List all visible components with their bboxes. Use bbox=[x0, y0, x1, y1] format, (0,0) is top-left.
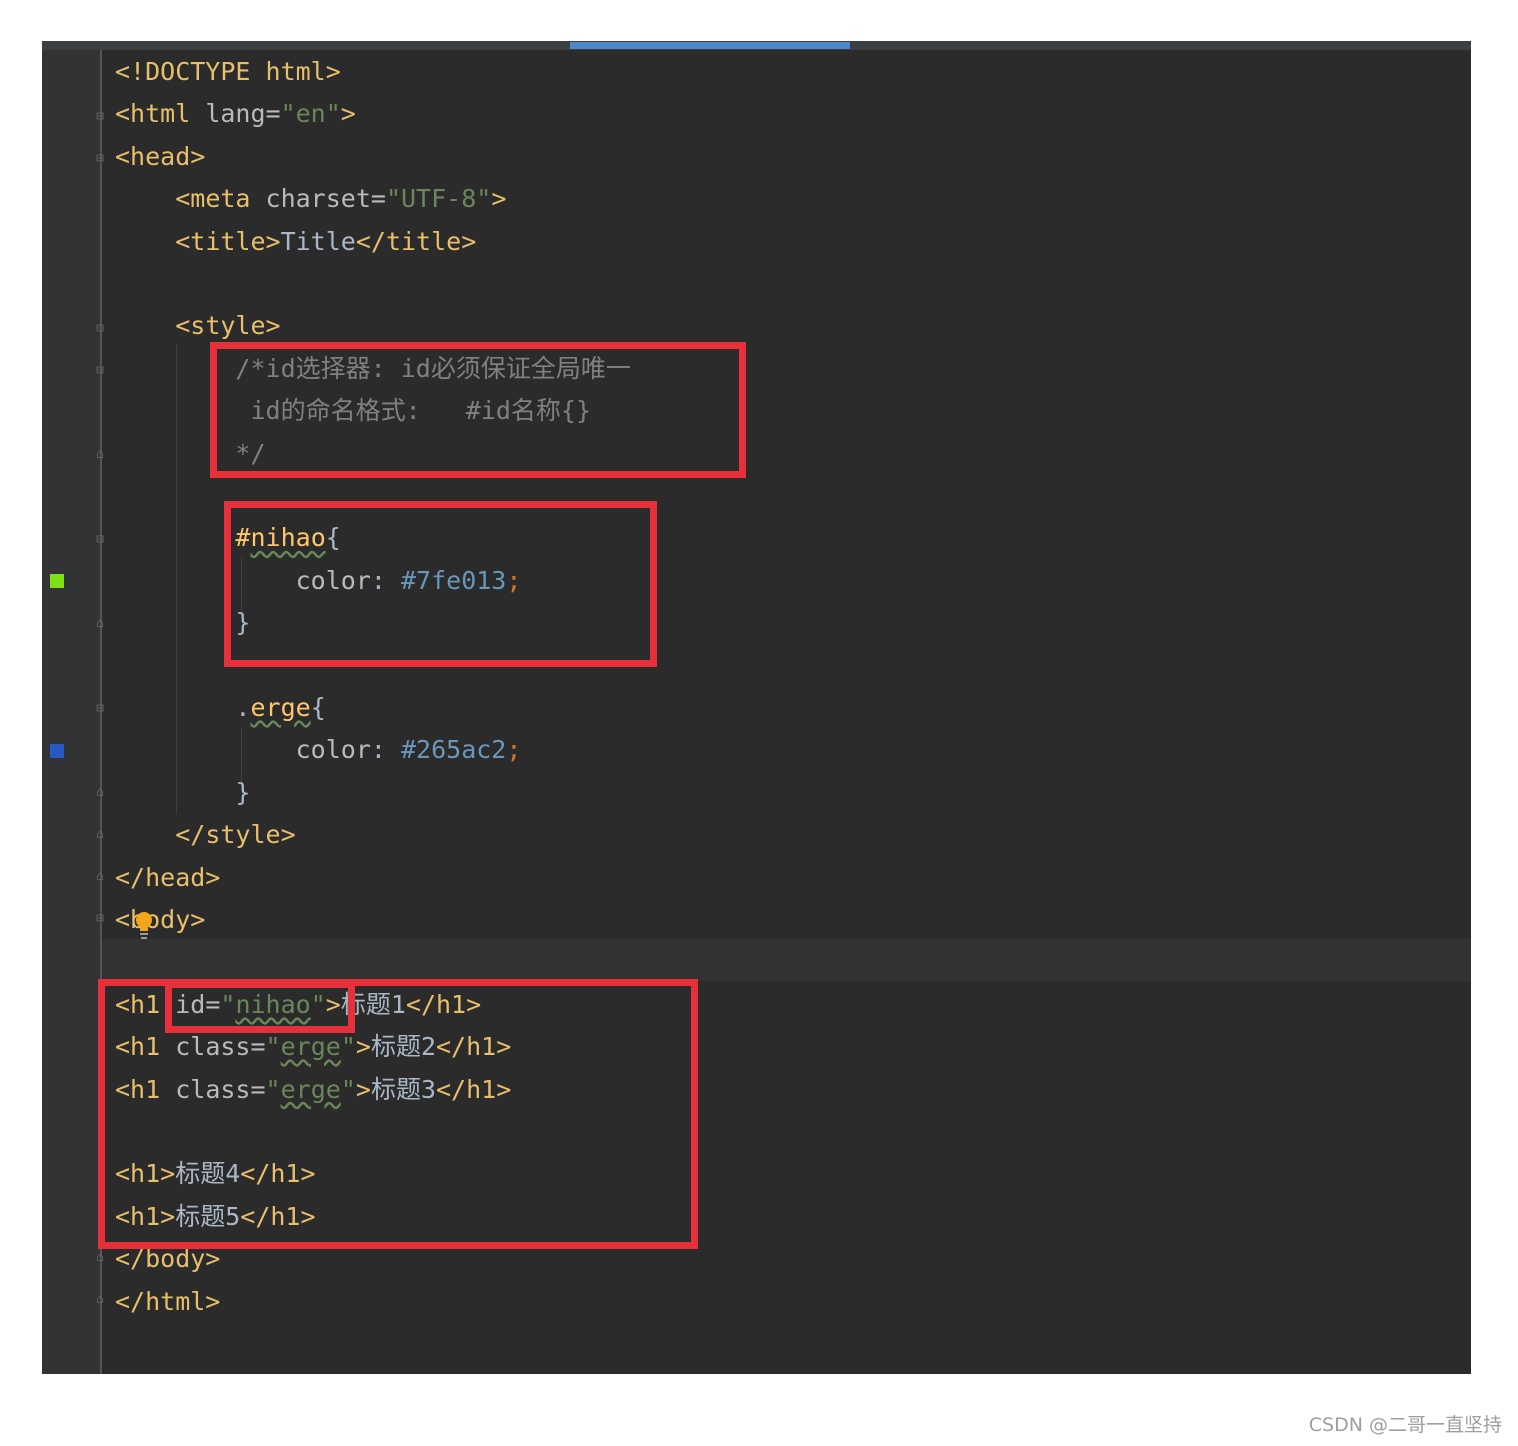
code-token: } bbox=[235, 777, 251, 807]
code-token: <meta bbox=[175, 184, 266, 214]
code-line[interactable]: <html lang="en"> bbox=[115, 93, 356, 135]
code-token: #265ac2 bbox=[401, 735, 507, 765]
code-token: <html bbox=[115, 99, 206, 129]
fold-open-icon[interactable]: ⊟ bbox=[93, 701, 107, 717]
editor-tab-bar bbox=[42, 41, 1471, 50]
code-line[interactable]: <body> bbox=[115, 899, 205, 941]
code-token: Title bbox=[280, 226, 356, 256]
fold-open-icon[interactable]: ⊟ bbox=[93, 363, 107, 379]
current-line-highlight bbox=[102, 939, 1471, 981]
code-line[interactable]: </style> bbox=[115, 814, 296, 856]
fold-open-icon[interactable]: ⊟ bbox=[93, 532, 107, 548]
code-line[interactable]: } bbox=[115, 772, 250, 814]
code-token: > bbox=[491, 184, 507, 214]
code-token: "en" bbox=[280, 99, 341, 129]
code-token: <style> bbox=[175, 311, 281, 341]
code-token: <body> bbox=[115, 905, 206, 934]
code-token: </style> bbox=[175, 820, 296, 850]
code-token: erge bbox=[250, 693, 311, 722]
fold-open-icon[interactable]: ⊟ bbox=[93, 151, 107, 167]
code-token: : bbox=[370, 735, 401, 765]
code-line[interactable]: </html> bbox=[115, 1281, 220, 1323]
code-token: color bbox=[295, 735, 371, 765]
watermark: CSDN @二哥一直坚持 bbox=[1308, 1414, 1502, 1436]
code-token: <head> bbox=[115, 141, 206, 171]
code-token: lang= bbox=[205, 99, 281, 129]
code-line[interactable]: <head> bbox=[115, 136, 205, 178]
code-token: <title> bbox=[175, 226, 281, 256]
code-token: charset= bbox=[265, 184, 386, 214]
code-line[interactable]: .erge{ bbox=[115, 687, 326, 729]
lightbulb-icon[interactable] bbox=[134, 909, 154, 943]
code-line[interactable]: color: #265ac2; bbox=[115, 729, 522, 771]
code-line[interactable]: <meta charset="UTF-8"> bbox=[115, 178, 506, 220]
annotation-box-comment bbox=[210, 342, 746, 478]
code-line[interactable]: <title>Title</title> bbox=[115, 221, 476, 263]
fold-end-icon[interactable]: ⌂ bbox=[93, 1250, 107, 1266]
code-token: ; bbox=[506, 735, 522, 765]
code-line[interactable]: </head> bbox=[115, 857, 220, 899]
fold-end-icon[interactable]: ⌂ bbox=[93, 827, 107, 843]
annotation-box-id-selector bbox=[224, 501, 657, 667]
fold-open-icon[interactable]: ⊟ bbox=[93, 109, 107, 125]
code-token: > bbox=[340, 99, 356, 129]
line-gutter[interactable] bbox=[42, 50, 100, 1374]
code-line[interactable]: <!DOCTYPE html> bbox=[115, 51, 341, 93]
code-token: </html> bbox=[115, 1286, 221, 1316]
fold-end-icon[interactable]: ⌂ bbox=[93, 1292, 107, 1308]
fold-end-icon[interactable]: ⌂ bbox=[93, 869, 107, 885]
fold-open-icon[interactable]: ⊟ bbox=[93, 321, 107, 337]
fold-open-icon[interactable]: ⊟ bbox=[93, 911, 107, 927]
active-tab-indicator[interactable] bbox=[570, 42, 850, 49]
fold-end-icon[interactable]: ⌂ bbox=[93, 785, 107, 801]
color-swatch-icon[interactable] bbox=[50, 574, 64, 588]
code-token: <!DOCTYPE html> bbox=[115, 57, 341, 86]
fold-end-icon[interactable]: ⌂ bbox=[93, 616, 107, 632]
code-token: { bbox=[310, 693, 326, 722]
code-token: </head> bbox=[115, 862, 221, 892]
fold-end-icon[interactable]: ⌂ bbox=[93, 447, 107, 463]
code-token: "UTF-8" bbox=[385, 184, 492, 214]
annotation-box-id-attribute bbox=[165, 981, 355, 1033]
code-token: </title> bbox=[355, 226, 477, 256]
code-token: . bbox=[235, 693, 251, 722]
color-swatch-icon[interactable] bbox=[50, 744, 64, 758]
